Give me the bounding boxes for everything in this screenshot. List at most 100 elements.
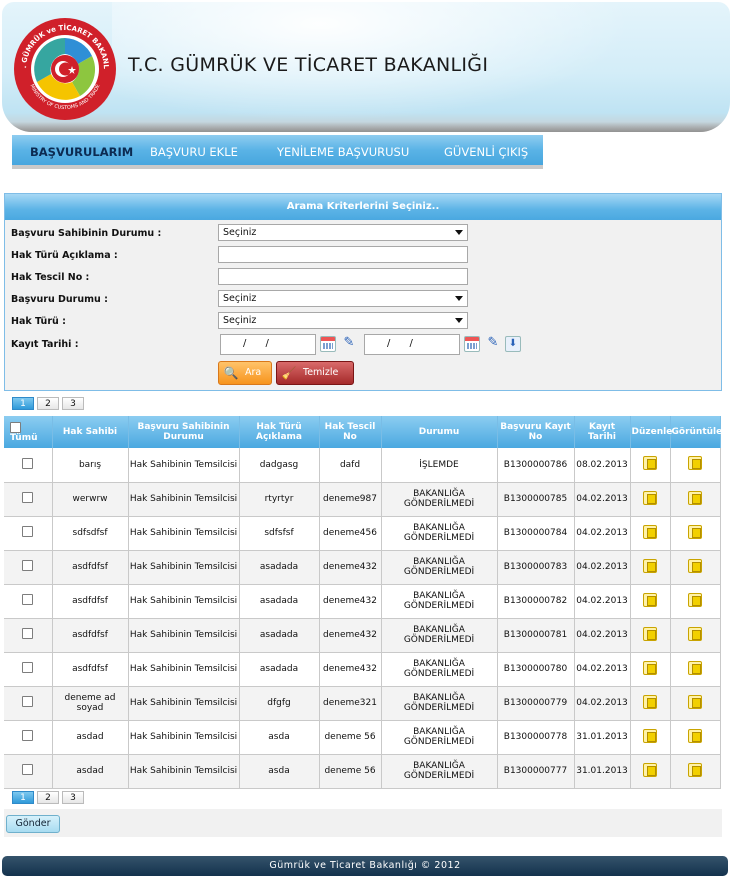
table-row: asdfdfsf Hak Sahibinin Temsilcisi asadada d… bbox=[4, 550, 721, 585]
cell-right-desc: dfgfg bbox=[239, 686, 320, 721]
row-checkbox[interactable] bbox=[22, 696, 34, 707]
right-desc-input[interactable] bbox=[218, 246, 468, 263]
right-type-label: Hak Türü : bbox=[11, 316, 66, 327]
ministry-logo: T.C. GÜMRÜK ve TİCARET BAKANLIĞI MINISTR… bbox=[12, 16, 116, 120]
search-button[interactable]: 🔍 Ara bbox=[218, 361, 272, 385]
cell-status: BAKANLIĞA GÖNDERİLMEDİ bbox=[381, 584, 498, 619]
row-checkbox[interactable] bbox=[22, 628, 34, 639]
footer: Gümrük ve Ticaret Bakanlığı © 2012 bbox=[2, 856, 728, 876]
view-cell bbox=[670, 720, 721, 755]
action-bar bbox=[4, 809, 722, 837]
calendar-icon[interactable] bbox=[320, 336, 336, 352]
edit-icon[interactable] bbox=[643, 762, 657, 777]
clear-date-icon[interactable]: ✎ bbox=[341, 336, 357, 352]
pager-bottom: 123 bbox=[12, 791, 87, 805]
reg-no-label: Hak Tescil No : bbox=[11, 272, 90, 283]
owner-status-value: Seçiniz bbox=[223, 227, 257, 238]
row-checkbox[interactable] bbox=[22, 526, 34, 537]
page-1[interactable]: 1 bbox=[12, 791, 34, 804]
view-icon[interactable] bbox=[688, 490, 702, 505]
edit-icon[interactable] bbox=[643, 660, 657, 675]
submit-button[interactable]: Gönder bbox=[6, 815, 60, 833]
date-from-input[interactable]: / / bbox=[220, 334, 316, 355]
row-checkbox[interactable] bbox=[22, 594, 34, 605]
row-select-cell bbox=[4, 686, 53, 721]
cell-app-no: B1300000785 bbox=[497, 482, 575, 517]
edit-icon[interactable] bbox=[643, 728, 657, 743]
right-type-select[interactable]: Seçiniz bbox=[218, 312, 468, 329]
view-icon[interactable] bbox=[688, 660, 702, 675]
cell-owner-status: Hak Sahibinin Temsilcisi bbox=[128, 516, 240, 551]
view-icon[interactable] bbox=[688, 626, 702, 641]
cell-reg-no: deneme432 bbox=[319, 652, 382, 687]
view-cell bbox=[670, 584, 721, 619]
cell-owner-status: Hak Sahibinin Temsilcisi bbox=[128, 550, 240, 585]
cell-owner: asdfdfsf bbox=[52, 618, 129, 653]
app-status-select[interactable]: Seçiniz bbox=[218, 290, 468, 307]
view-icon[interactable] bbox=[688, 524, 702, 539]
reg-date-row: Kayıt Tarihi : / / ✎ / / ✎ ⬇ bbox=[5, 334, 721, 356]
col-owner-status: Başvuru Sahibinin Durumu bbox=[128, 416, 240, 448]
cell-owner: asdfdfsf bbox=[52, 550, 129, 585]
cell-status: BAKANLIĞA GÖNDERİLMEDİ bbox=[381, 754, 498, 789]
chevron-down-icon bbox=[455, 318, 463, 323]
view-cell bbox=[670, 754, 721, 789]
col-reg-no: Hak Tescil No bbox=[319, 416, 382, 448]
select-all-checkbox[interactable] bbox=[10, 421, 21, 433]
cell-owner-status: Hak Sahibinin Temsilcisi bbox=[128, 754, 240, 789]
clear-button[interactable]: 🧹 Temizle bbox=[276, 361, 354, 385]
cell-status: BAKANLIĞA GÖNDERİLMEDİ bbox=[381, 618, 498, 653]
edit-icon[interactable] bbox=[643, 490, 657, 505]
cell-date: 04.02.2013 bbox=[574, 584, 631, 619]
clear-date-icon[interactable]: ✎ bbox=[485, 336, 501, 352]
nav-basvurularim[interactable]: BAŞVURULARIM bbox=[30, 145, 133, 159]
view-icon[interactable] bbox=[688, 456, 702, 471]
reg-date-label: Kayıt Tarihi : bbox=[11, 339, 79, 350]
reg-no-input[interactable] bbox=[218, 268, 468, 285]
page-3[interactable]: 3 bbox=[62, 791, 84, 804]
cell-owner-status: Hak Sahibinin Temsilcisi bbox=[128, 618, 240, 653]
edit-icon[interactable] bbox=[643, 524, 657, 539]
page-1[interactable]: 1 bbox=[12, 397, 34, 410]
cell-app-no: B1300000779 bbox=[497, 686, 575, 721]
date-to-input[interactable]: / / bbox=[364, 334, 460, 355]
row-checkbox[interactable] bbox=[22, 764, 34, 775]
edit-icon[interactable] bbox=[643, 626, 657, 641]
edit-icon[interactable] bbox=[643, 558, 657, 573]
select-all-header[interactable]: Tümü bbox=[4, 416, 53, 448]
nav-guvenli-cikis[interactable]: GÜVENLİ ÇIKIŞ bbox=[444, 145, 528, 159]
owner-status-select[interactable]: Seçiniz bbox=[218, 224, 468, 241]
cell-app-no: B1300000784 bbox=[497, 516, 575, 551]
nav-yenileme-basvurusu[interactable]: YENİLEME BAŞVURUSU bbox=[277, 145, 409, 159]
cell-owner-status: Hak Sahibinin Temsilcisi bbox=[128, 584, 240, 619]
view-icon[interactable] bbox=[688, 762, 702, 777]
row-checkbox[interactable] bbox=[22, 457, 34, 469]
col-status: Durumu bbox=[381, 416, 498, 448]
calendar-icon[interactable] bbox=[464, 336, 480, 352]
table-row: deneme ad soyad Hak Sahibinin Temsilcisi d… bbox=[4, 686, 721, 721]
nav-basvuru-ekle[interactable]: BAŞVURU EKLE bbox=[150, 145, 238, 159]
edit-icon[interactable] bbox=[643, 694, 657, 709]
view-icon[interactable] bbox=[688, 558, 702, 573]
view-icon[interactable] bbox=[688, 728, 702, 743]
chevron-down-icon bbox=[455, 230, 463, 235]
edit-cell bbox=[630, 618, 671, 653]
view-icon[interactable] bbox=[688, 592, 702, 607]
download-icon[interactable]: ⬇ bbox=[505, 336, 521, 352]
row-checkbox[interactable] bbox=[22, 662, 34, 673]
cell-date: 04.02.2013 bbox=[574, 516, 631, 551]
col-right-desc: Hak Türü Açıklama bbox=[239, 416, 320, 448]
page-3[interactable]: 3 bbox=[62, 397, 84, 410]
edit-icon[interactable] bbox=[643, 456, 657, 471]
edit-icon[interactable] bbox=[643, 592, 657, 607]
row-checkbox[interactable] bbox=[22, 492, 34, 503]
view-icon[interactable] bbox=[688, 694, 702, 709]
cell-date: 31.01.2013 bbox=[574, 754, 631, 789]
page-2[interactable]: 2 bbox=[37, 397, 59, 410]
right-type-row: Hak Türü : Seçiniz bbox=[5, 311, 721, 333]
row-checkbox[interactable] bbox=[22, 730, 34, 741]
cell-app-no: B1300000786 bbox=[497, 448, 575, 483]
view-cell bbox=[670, 652, 721, 687]
page-2[interactable]: 2 bbox=[37, 791, 59, 804]
row-checkbox[interactable] bbox=[22, 560, 34, 571]
